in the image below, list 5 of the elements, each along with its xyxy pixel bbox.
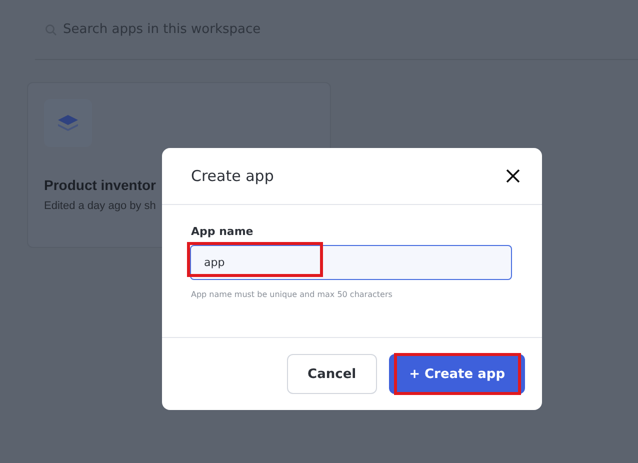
field-label: App name: [191, 225, 254, 238]
field-hint: App name must be unique and max 50 characters: [191, 290, 394, 299]
app-subtitle: Edited a day ago by sh: [44, 200, 157, 212]
dialog-title: Create app: [191, 167, 274, 185]
app-title: Product inventor: [44, 177, 156, 193]
